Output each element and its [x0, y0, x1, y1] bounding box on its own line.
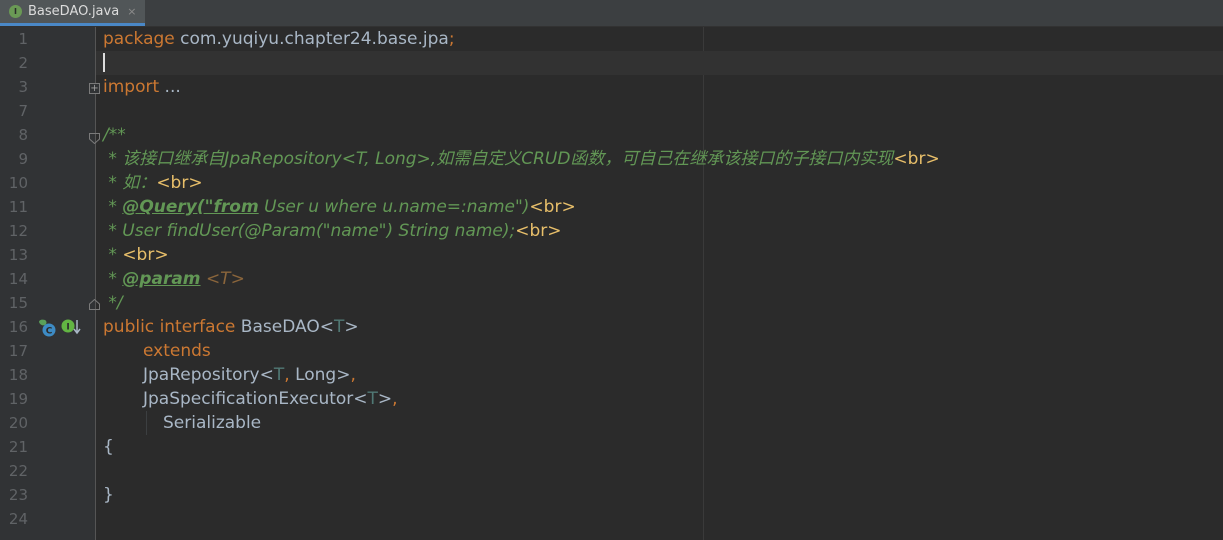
line-number: 21 — [8, 438, 28, 456]
line-number: 3 — [18, 78, 28, 96]
current-line-highlight — [96, 51, 1223, 75]
tab-label: BaseDAO.java — [28, 4, 120, 19]
code-line-16: public interface BaseDAO<T> — [103, 317, 359, 337]
line-number: 2 — [18, 54, 28, 72]
code-line-14: * @param <T> — [103, 269, 245, 289]
code-line-12: * User findUser(@Param("name") String na… — [103, 221, 562, 241]
editor-tab-bar: I BaseDAO.java × — [0, 0, 1223, 27]
line-number: 7 — [18, 102, 28, 120]
interface-file-icon: I — [9, 5, 22, 18]
code-line-13: * <br> — [103, 245, 169, 265]
code-line-19: JpaSpecificationExecutor<T>, — [143, 389, 398, 409]
has-implementations-icon[interactable]: I — [60, 317, 82, 337]
line-number: 17 — [8, 342, 28, 360]
text-caret — [103, 53, 105, 72]
line-number: 18 — [8, 366, 28, 384]
code-line-23: } — [103, 485, 114, 505]
line-number: 24 — [8, 510, 28, 528]
code-line-15: */ — [103, 293, 123, 313]
code-line-21: { — [103, 437, 114, 457]
code-line-9: * 该接口继承自JpaRepository<T, Long>,如需自定义CRUD… — [103, 149, 940, 169]
code-line-8: /** — [103, 125, 126, 145]
code-line-1: package com.yuqiyu.chapter24.base.jpa; — [103, 29, 455, 49]
svg-text:I: I — [66, 323, 69, 333]
line-number: 20 — [8, 414, 28, 432]
fold-collapse-end-icon[interactable] — [89, 295, 100, 310]
implemented-interface-icon[interactable]: C — [36, 318, 58, 338]
fold-collapse-icon[interactable] — [89, 129, 100, 145]
line-number: 11 — [8, 198, 28, 216]
line-number: 15 — [8, 294, 28, 312]
line-number: 8 — [18, 126, 28, 144]
code-line-11: * @Query("from User u where u.name=:name… — [103, 197, 576, 217]
tab-basedao-java[interactable]: I BaseDAO.java × — [0, 0, 145, 26]
code-line-20: Serializable — [163, 413, 262, 433]
code-line-18: JpaRepository<T, Long>, — [143, 365, 356, 385]
gutter: 1 2 3 7 8 9 10 11 12 13 14 15 16 17 18 1… — [0, 27, 96, 540]
line-number: 14 — [8, 270, 28, 288]
indent-guide — [146, 411, 147, 435]
plus-box-icon[interactable]: + — [89, 83, 100, 94]
code-editor[interactable]: 1 2 3 7 8 9 10 11 12 13 14 15 16 17 18 1… — [0, 27, 1223, 540]
line-number: 9 — [18, 150, 28, 168]
line-number: 19 — [8, 390, 28, 408]
code-line-10: * 如：<br> — [103, 173, 203, 193]
code-line-17: extends — [143, 341, 211, 361]
line-number: 13 — [8, 246, 28, 264]
folded-imports[interactable]: ... — [159, 77, 181, 97]
svg-text:C: C — [46, 327, 53, 337]
line-number: 22 — [8, 462, 28, 480]
line-number: 10 — [8, 174, 28, 192]
code-line-3: import ... — [103, 77, 181, 97]
line-number: 1 — [18, 30, 28, 48]
line-number: 23 — [8, 486, 28, 504]
line-number: 16 — [8, 318, 28, 336]
close-icon[interactable]: × — [127, 5, 136, 18]
line-number: 12 — [8, 222, 28, 240]
